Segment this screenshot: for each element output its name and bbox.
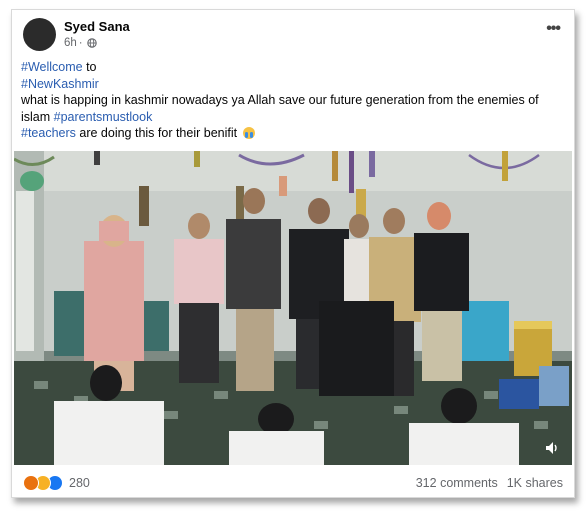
post-text-fragment: to — [82, 60, 97, 74]
meta-separator: · — [78, 37, 83, 49]
shares-count[interactable]: 1K shares — [507, 476, 563, 490]
post-text: #Wellcome to #NewKashmir what is happing… — [21, 59, 567, 142]
comments-count[interactable]: 312 comments — [416, 476, 498, 490]
crying-emoji-icon — [242, 127, 255, 139]
avatar[interactable] — [23, 18, 56, 51]
reactions-summary[interactable]: 280 — [23, 475, 90, 491]
post-line-2: #NewKashmir — [21, 76, 567, 93]
post-video[interactable] — [14, 151, 572, 465]
facebook-post-card: Syed Sana 6h · ••• #Wellcome to #NewKash… — [11, 9, 575, 498]
hashtag-newkashmir[interactable]: #NewKashmir — [21, 77, 99, 91]
hashtag-teachers[interactable]: #teachers — [21, 126, 76, 140]
reaction-count: 280 — [69, 476, 90, 490]
hashtag-wellcome[interactable]: #Wellcome — [21, 60, 83, 74]
author-name[interactable]: Syed Sana — [64, 19, 130, 34]
post-time[interactable]: 6h — [64, 37, 77, 49]
globe-icon — [86, 38, 97, 48]
post-footer: 280 312 comments 1K shares — [12, 468, 574, 498]
volume-icon[interactable] — [544, 440, 560, 456]
post-text-fragment: are doing this for their benifit — [75, 126, 238, 140]
more-options-icon[interactable]: ••• — [546, 21, 561, 37]
post-line-1: #Wellcome to — [21, 59, 567, 76]
hashtag-parentsmustlook[interactable]: #parentsmustlook — [54, 110, 153, 124]
post-line-3: what is happing in kashmir nowadays ya A… — [21, 92, 567, 125]
post-stats: 312 comments 1K shares — [416, 476, 563, 490]
angry-reaction-icon — [23, 475, 39, 491]
post-header: Syed Sana 6h · ••• — [12, 10, 574, 56]
video-frame-image — [14, 151, 572, 465]
post-line-4: #teachers are doing this for their benif… — [21, 125, 567, 142]
post-meta: 6h · — [64, 37, 97, 49]
